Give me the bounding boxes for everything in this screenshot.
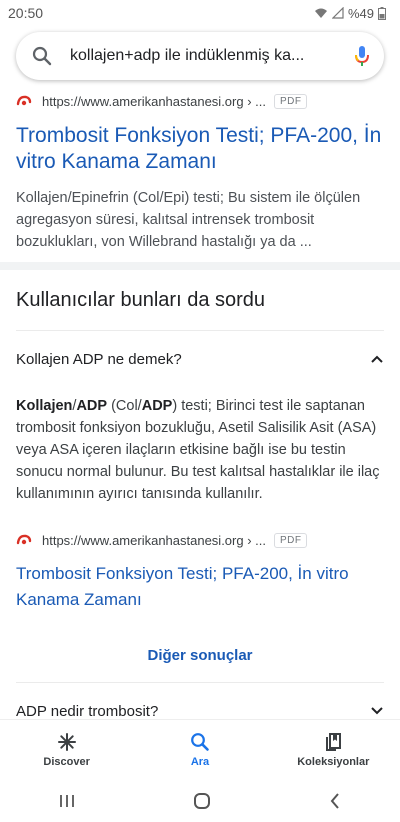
bottom-navigation: Discover Ara Koleksiyonlar <box>0 719 400 779</box>
answer-source-title-link[interactable]: Trombosit Fonksiyon Testi; PFA-200, İn v… <box>16 561 384 613</box>
result-source[interactable]: https://www.amerikanhastanesi.org › ... … <box>16 88 384 114</box>
section-divider <box>0 262 400 270</box>
nav-label: Discover <box>43 755 90 768</box>
chevron-up-icon[interactable] <box>370 354 384 364</box>
wifi-icon <box>314 8 327 18</box>
collections-icon <box>326 732 342 751</box>
site-favicon-icon <box>16 95 32 106</box>
nav-collections[interactable]: Koleksiyonlar <box>278 732 388 768</box>
nav-label: Ara <box>190 755 210 768</box>
pdf-badge: PDF <box>273 532 308 548</box>
chevron-down-icon[interactable] <box>370 706 384 716</box>
battery-level: %49 <box>347 5 374 21</box>
battery-icon <box>378 6 386 20</box>
system-navigation-bar <box>0 779 400 822</box>
paa-heading: Kullanıcılar bunları da sordu <box>16 288 266 311</box>
result-url: https://www.amerikanhastanesi.org › ... <box>42 93 266 109</box>
search-icon <box>191 732 209 751</box>
asterisk-icon <box>57 732 76 751</box>
status-time: 20:50 <box>8 5 44 21</box>
question-text: Kollajen ADP ne demek? <box>16 350 182 368</box>
recent-apps-icon[interactable] <box>58 793 76 809</box>
answer-source[interactable]: https://www.amerikanhastanesi.org › ... … <box>16 527 384 553</box>
answer-text: (Col/ <box>107 398 142 414</box>
search-box[interactable]: kollajen+adp ile indüklenmiş ka... <box>16 32 384 80</box>
answer-bold: ADP <box>76 398 108 414</box>
status-bar: 20:50 %49 <box>0 0 400 26</box>
more-results-link[interactable]: Diğer sonuçlar <box>0 647 400 664</box>
search-icon[interactable] <box>32 46 52 66</box>
nav-discover[interactable]: Discover <box>12 732 122 768</box>
result-snippet: Kollajen/Epinefrin (Col/Epi) testi; Bu s… <box>16 190 361 250</box>
pdf-badge: PDF <box>273 93 308 109</box>
microphone-icon[interactable] <box>354 44 370 68</box>
search-result: https://www.amerikanhastanesi.org › ... … <box>16 88 384 253</box>
signal-icon <box>331 7 344 19</box>
answer-source-url: https://www.amerikanhastanesi.org › ... <box>42 532 266 548</box>
nav-label: Koleksiyonlar <box>297 755 370 768</box>
site-favicon-icon <box>16 534 32 545</box>
home-icon[interactable] <box>193 792 211 810</box>
people-also-ask: Kullanıcılar bunları da sordu Kollajen A… <box>0 270 400 739</box>
back-icon[interactable] <box>328 792 342 810</box>
answer-bold: ADP <box>141 398 173 414</box>
nav-search[interactable]: Ara <box>145 732 255 768</box>
paa-answer: Kollajen/ADP (Col/ADP) testi; Birinci te… <box>0 395 400 505</box>
result-title-link[interactable]: Trombosit Fonksiyon Testi; PFA-200, İn v… <box>16 123 384 175</box>
paa-question-1[interactable]: Kollajen ADP ne demek? <box>0 331 400 387</box>
question-text: ADP nedir trombosit? <box>16 702 159 720</box>
answer-bold: Kollajen <box>16 398 73 414</box>
status-icons: %49 <box>314 6 386 21</box>
search-input[interactable]: kollajen+adp ile indüklenmiş ka... <box>70 47 354 65</box>
